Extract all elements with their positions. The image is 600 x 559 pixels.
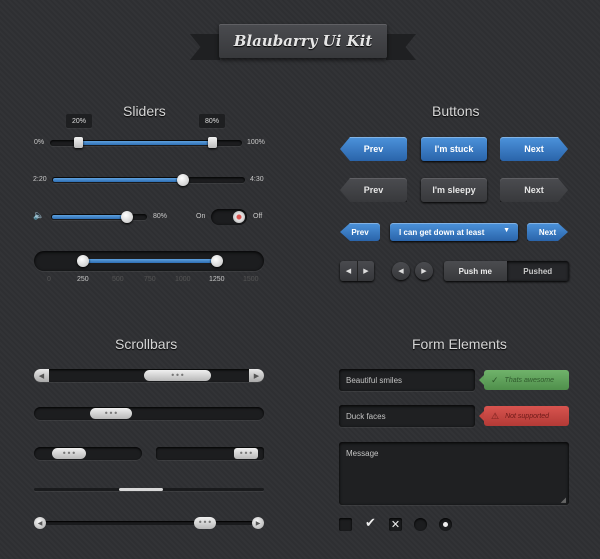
im-sleepy-button[interactable]: I'm sleepy [421, 178, 487, 202]
next-button-small[interactable]: Next [527, 223, 568, 241]
scrollbar-3-thumb[interactable]: ••• [52, 448, 86, 459]
time-slider-handle[interactable] [177, 174, 189, 186]
scrollbar-4-thumb[interactable]: ••• [234, 448, 258, 459]
scroll-left-icon[interactable]: ◀ [34, 369, 49, 382]
ribbon-tail-left [190, 34, 220, 60]
pushed-button[interactable]: Pushed [506, 261, 569, 281]
scrollbar-5-thumb[interactable] [119, 488, 163, 491]
checkbox-crossed[interactable]: ✕ [389, 518, 402, 531]
range-low-handle[interactable] [74, 137, 83, 148]
prev-button-small[interactable]: Prev [340, 223, 380, 241]
on-off-toggle[interactable] [211, 209, 247, 225]
scroll-left-icon[interactable]: ◀ [34, 517, 46, 529]
scrollbar-3[interactable]: ••• [34, 447, 142, 460]
radio-empty[interactable] [414, 518, 427, 531]
scale-tick-500: 500 [112, 276, 124, 283]
text-field-2[interactable]: Duck faces [339, 405, 475, 427]
text-field-1[interactable]: Beautiful smiles [339, 369, 475, 391]
success-tooltip: ✓ Thats awesome [479, 370, 569, 390]
segmented-control: Push me Pushed [444, 261, 569, 281]
chevron-down-icon: ▼ [503, 227, 510, 234]
round-next-button[interactable]: ▶ [415, 262, 433, 280]
page-title: Blaubarry Ui Kit [219, 24, 387, 58]
next-button-blue[interactable]: Next [500, 137, 568, 161]
scale-slider-track[interactable] [34, 251, 264, 271]
pager-group: ◀ ▶ [340, 261, 374, 281]
round-prev-button[interactable]: ◀ [392, 262, 410, 280]
scroll-right-icon[interactable]: ▶ [252, 517, 264, 529]
scrollbar-2[interactable]: ••• [34, 407, 264, 420]
checkmark-icon: ✓ [491, 374, 499, 385]
time-slider-fill [53, 178, 183, 182]
error-tooltip: ⚠ Not supported [479, 406, 569, 426]
volume-slider-fill [52, 215, 127, 219]
scroll-right-icon[interactable]: ▶ [249, 369, 264, 382]
range-slider-fill [79, 141, 212, 145]
scale-tick-1500: 1500 [243, 276, 259, 283]
scrollbar-4[interactable]: ••• [156, 447, 264, 460]
cross-icon: ✕ [390, 518, 401, 531]
message-textarea[interactable]: Message ◢ [339, 442, 569, 505]
scrollbars-title: Scrollbars [115, 336, 178, 352]
volume-slider-handle[interactable] [121, 211, 133, 223]
volume-icon[interactable]: 🔈 [33, 211, 44, 221]
range-high-handle[interactable] [208, 137, 217, 148]
caret-right-icon: ▶ [421, 267, 427, 275]
scale-tick-1250: 1250 [209, 276, 225, 283]
time-start-label: 2:20 [33, 176, 47, 183]
scrollbar-6-thumb[interactable]: ••• [194, 517, 216, 529]
form-elements-title: Form Elements [412, 336, 507, 352]
scale-tick-250: 250 [77, 276, 89, 283]
ribbon-tail-right [386, 34, 416, 60]
scale-tick-750: 750 [144, 276, 156, 283]
radio-selected[interactable] [439, 518, 452, 531]
scrollbar-2-thumb[interactable]: ••• [90, 408, 132, 419]
range-high-tooltip: 80% [199, 114, 225, 128]
time-end-label: 4:30 [250, 176, 264, 183]
range-low-tooltip: 20% [66, 114, 92, 128]
scale-tick-1000: 1000 [175, 276, 191, 283]
resize-handle-icon[interactable]: ◢ [561, 496, 566, 504]
checkbox-empty[interactable] [339, 518, 352, 531]
toggle-on-label: On [196, 213, 206, 220]
error-message: Not supported [505, 412, 550, 420]
scrollbar-5[interactable] [34, 488, 264, 491]
scrollbar-6[interactable]: ◀ ••• ▶ [34, 517, 264, 529]
checkmark-icon: ✔ [365, 516, 376, 531]
scrollbar-1[interactable]: ◀ ••• ▶ [34, 369, 264, 382]
next-button-dark[interactable]: Next [500, 178, 568, 202]
caret-left-icon[interactable]: ◀ [340, 261, 357, 281]
caret-left-icon: ◀ [398, 267, 404, 275]
range-max-label: 100% [247, 139, 265, 146]
warning-icon: ⚠ [491, 410, 500, 421]
push-me-button[interactable]: Push me [444, 261, 507, 281]
toggle-off-label: Off [253, 213, 263, 220]
radio-dot [443, 522, 448, 527]
toggle-knob[interactable] [233, 211, 245, 223]
prev-button-dark[interactable]: Prev [340, 178, 407, 202]
caret-right-icon[interactable]: ▶ [357, 261, 374, 281]
scale-slider-fill [82, 259, 217, 263]
scrollbar-6-track[interactable] [40, 521, 258, 525]
scale-tick-0: 0 [47, 276, 51, 283]
scale-high-handle[interactable] [211, 255, 223, 267]
volume-value-label: 80% [153, 213, 168, 220]
dropdown-label: I can get down at least [399, 227, 485, 237]
time-slider-track[interactable] [52, 177, 245, 183]
success-message: Thats awesome [504, 376, 554, 384]
prev-button-blue[interactable]: Prev [340, 137, 407, 161]
sliders-title: Sliders [123, 103, 166, 119]
checkbox-checked[interactable]: ✔ [364, 516, 377, 531]
message-placeholder: Message [346, 449, 379, 458]
im-stuck-button[interactable]: I'm stuck [421, 137, 487, 161]
scale-low-handle[interactable] [77, 255, 89, 267]
dropdown-button[interactable]: I can get down at least ▼ [390, 223, 518, 241]
scrollbar-1-thumb[interactable]: ••• [144, 370, 211, 381]
range-min-label: 0% [34, 139, 45, 146]
buttons-title: Buttons [432, 103, 480, 119]
